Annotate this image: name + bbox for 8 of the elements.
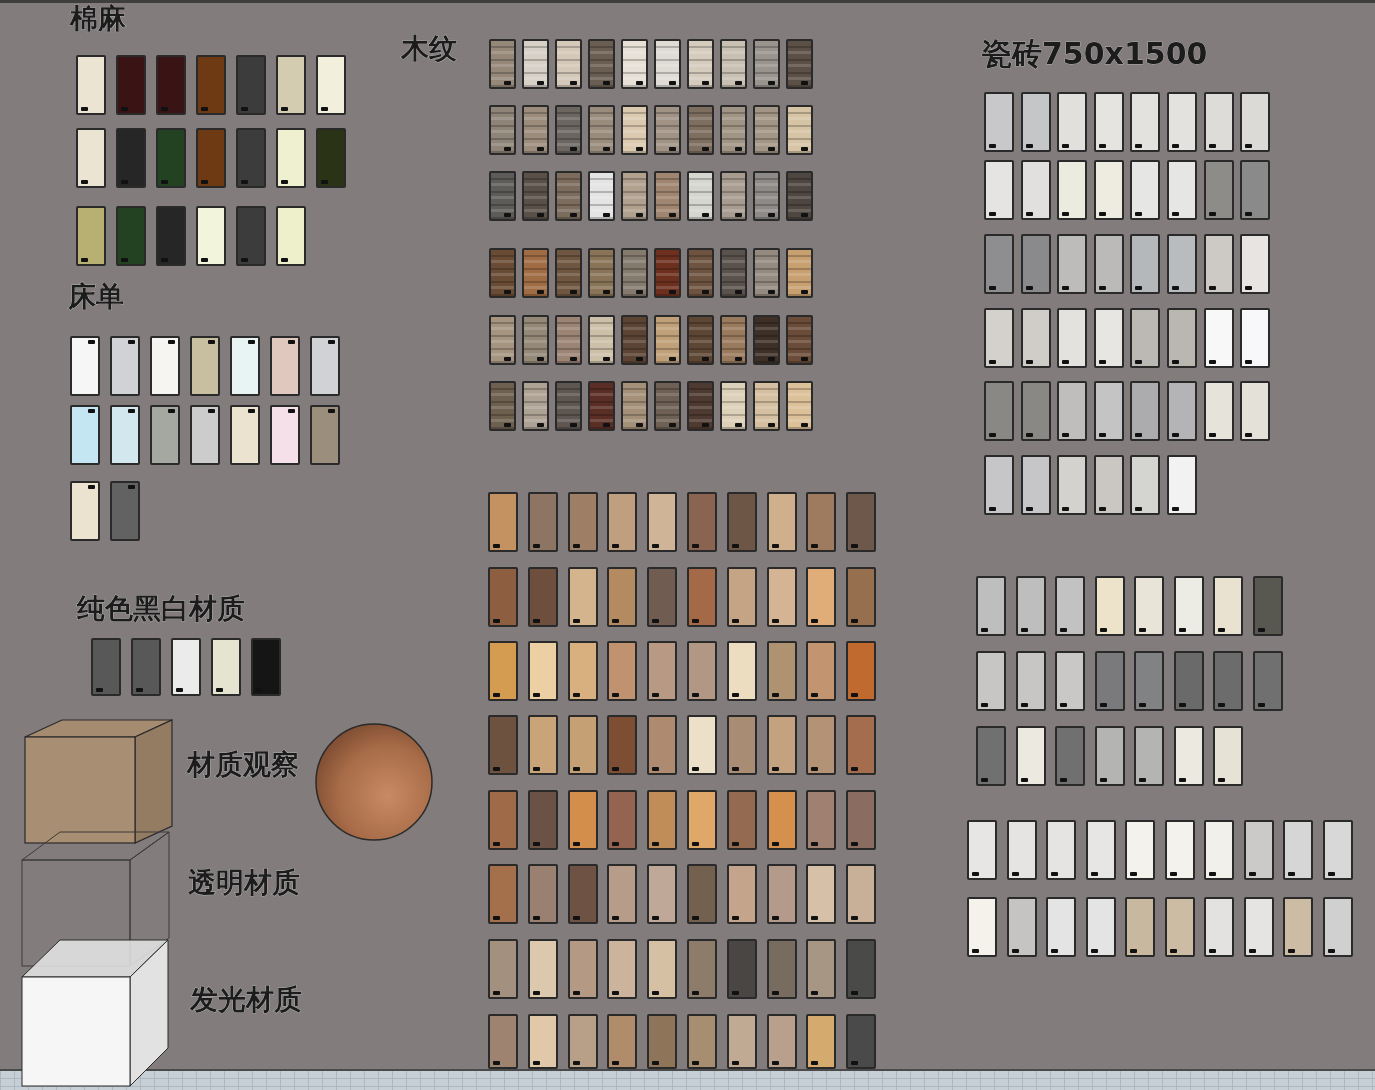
material-label: 发光材质 — [190, 986, 302, 1014]
section-title: 瓷砖750x1500 — [982, 39, 1208, 69]
section-title: 纯色黑白材质 — [77, 595, 245, 623]
section-title: 木纹 — [401, 35, 457, 63]
section-title: 棉麻 — [70, 5, 126, 33]
material-label: 材质观察 — [187, 751, 299, 779]
section-title: 床单 — [68, 283, 124, 311]
material-label: 透明材质 — [188, 869, 300, 897]
